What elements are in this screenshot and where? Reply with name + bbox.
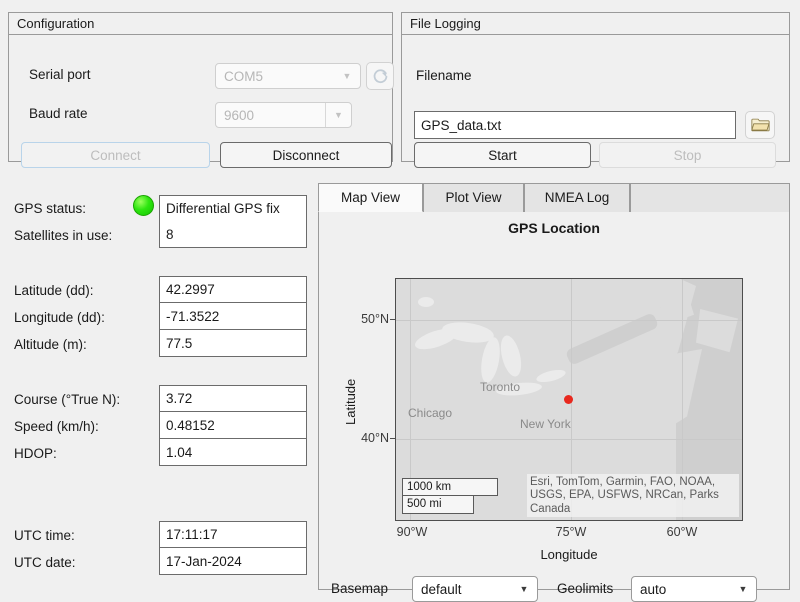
refresh-icon bbox=[372, 68, 389, 85]
utc-date-value: 17-Jan-2024 bbox=[159, 548, 307, 575]
gps-application-window: Configuration Serial port COM5 ▼ Baud ra… bbox=[0, 0, 800, 602]
map-lake-winnipeg bbox=[418, 297, 434, 307]
tab-nmea-log[interactable]: NMEA Log bbox=[524, 183, 630, 212]
course-value: 3.72 bbox=[159, 385, 307, 412]
stop-logging-button[interactable]: Stop bbox=[599, 142, 776, 168]
map-city-label-new-york: New York bbox=[520, 417, 571, 431]
map-scale-bar: 1000 km 500 mi bbox=[402, 478, 498, 514]
map-title: GPS Location bbox=[319, 220, 789, 236]
chevron-down-icon: ▼ bbox=[730, 577, 756, 601]
basemap-dropdown[interactable]: default ▼ bbox=[412, 576, 538, 602]
file-logging-panel-title: File Logging bbox=[402, 13, 789, 35]
map-y-axis-title: Latitude bbox=[343, 379, 358, 425]
configuration-panel-title: Configuration bbox=[9, 13, 392, 35]
folder-icon bbox=[751, 117, 770, 133]
file-logging-panel: File Logging Filename GPS_data.txt Start… bbox=[401, 12, 790, 162]
browse-file-button[interactable] bbox=[745, 111, 775, 139]
utc-time-value: 17:11:17 bbox=[159, 521, 307, 548]
refresh-ports-button[interactable] bbox=[366, 62, 394, 90]
view-tab-panel: Map View Plot View NMEA Log GPS Location… bbox=[318, 183, 790, 590]
tab-strip: Map View Plot View NMEA Log bbox=[318, 183, 790, 212]
gps-status-value: Differential GPS fix bbox=[159, 195, 307, 222]
map-scale-km: 1000 km bbox=[402, 478, 498, 496]
latitude-value: 42.2997 bbox=[159, 276, 307, 303]
baud-rate-dropdown[interactable]: 9600 ▼ bbox=[215, 102, 352, 128]
altitude-value: 77.5 bbox=[159, 330, 307, 357]
altitude-label: Altitude (m): bbox=[14, 337, 87, 352]
longitude-value: -71.3522 bbox=[159, 303, 307, 330]
map-x-axis-title: Longitude bbox=[395, 547, 743, 562]
chevron-down-icon: ▼ bbox=[325, 103, 351, 127]
hdop-label: HDOP: bbox=[14, 446, 57, 461]
baud-rate-label: Baud rate bbox=[29, 106, 88, 121]
utc-time-label: UTC time: bbox=[14, 528, 75, 543]
connect-button[interactable]: Connect bbox=[21, 142, 210, 168]
map-x-tick-75w: 75°W bbox=[541, 525, 601, 539]
latitude-label: Latitude (dd): bbox=[14, 283, 94, 298]
file-logging-panel-body: Filename GPS_data.txt Start Stop bbox=[402, 35, 789, 161]
speed-label: Speed (km/h): bbox=[14, 419, 99, 434]
hdop-value: 1.04 bbox=[159, 439, 307, 466]
map-city-label-chicago: Chicago bbox=[408, 406, 452, 420]
filename-input[interactable]: GPS_data.txt bbox=[414, 111, 736, 139]
map-y-tick-40n: 40°N bbox=[339, 431, 389, 445]
map-gridline-50n bbox=[396, 320, 742, 321]
gps-status-label: GPS status: bbox=[14, 201, 86, 216]
chevron-down-icon: ▼ bbox=[511, 577, 537, 601]
disconnect-button[interactable]: Disconnect bbox=[220, 142, 392, 168]
configuration-panel: Configuration Serial port COM5 ▼ Baud ra… bbox=[8, 12, 393, 162]
basemap-label: Basemap bbox=[331, 581, 388, 596]
map-gridline-40n bbox=[396, 439, 742, 440]
map-view-tab-content: GPS Location Latitude 50°N 40°N bbox=[318, 212, 790, 590]
map-x-tick-90w: 90°W bbox=[382, 525, 442, 539]
geolimits-label: Geolimits bbox=[557, 581, 613, 596]
map-attribution: Esri, TomTom, Garmin, FAO, NOAA, USGS, E… bbox=[527, 474, 739, 518]
baud-rate-value: 9600 bbox=[216, 108, 325, 123]
filename-label: Filename bbox=[416, 68, 472, 83]
speed-value: 0.48152 bbox=[159, 412, 307, 439]
configuration-panel-body: Serial port COM5 ▼ Baud rate 9600 ▼ Conn… bbox=[9, 35, 392, 161]
serial-port-label: Serial port bbox=[29, 67, 91, 82]
course-label: Course (°True N): bbox=[14, 392, 120, 407]
map-x-tick-60w: 60°W bbox=[652, 525, 712, 539]
map-scale-mi: 500 mi bbox=[402, 496, 474, 514]
basemap-value: default bbox=[413, 582, 511, 597]
satellites-in-use-label: Satellites in use: bbox=[14, 228, 112, 243]
map-city-label-toronto: Toronto bbox=[480, 380, 520, 394]
satellites-in-use-value: 8 bbox=[159, 221, 307, 248]
gps-position-marker bbox=[564, 395, 573, 404]
serial-port-value: COM5 bbox=[216, 69, 334, 84]
tab-map-view[interactable]: Map View bbox=[318, 183, 423, 212]
map-y-tick-50n: 50°N bbox=[339, 312, 389, 326]
gps-status-led-icon bbox=[133, 195, 154, 216]
chevron-down-icon: ▼ bbox=[334, 64, 360, 88]
utc-date-label: UTC date: bbox=[14, 555, 76, 570]
serial-port-dropdown[interactable]: COM5 ▼ bbox=[215, 63, 361, 89]
longitude-label: Longitude (dd): bbox=[14, 310, 105, 325]
tab-plot-view[interactable]: Plot View bbox=[423, 183, 524, 212]
tab-strip-filler bbox=[630, 183, 790, 212]
map-axes[interactable]: Chicago Toronto New York 1000 km 500 mi … bbox=[395, 278, 743, 521]
start-logging-button[interactable]: Start bbox=[414, 142, 591, 168]
geolimits-dropdown[interactable]: auto ▼ bbox=[631, 576, 757, 602]
geolimits-value: auto bbox=[632, 582, 730, 597]
